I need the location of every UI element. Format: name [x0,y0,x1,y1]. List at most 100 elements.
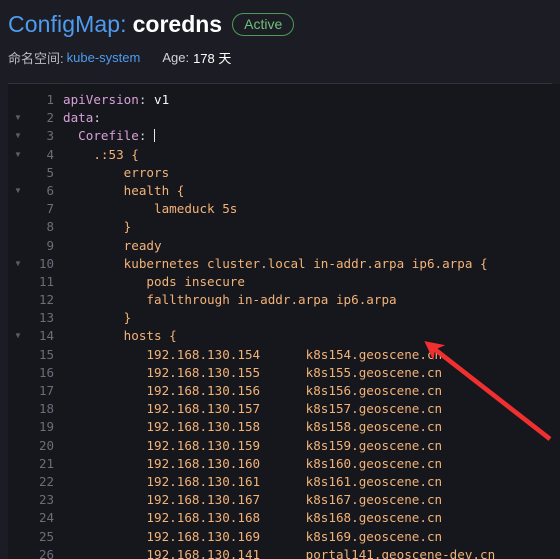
code-line[interactable]: 12 fallthrough in-addr.arpa ip6.arpa [8,291,560,309]
code-token: v1 [154,92,170,107]
fold-toggle-icon[interactable]: ▼ [8,327,28,345]
resource-meta: 命名空间: kube-system Age: 178 天 [8,48,560,66]
code-token: fallthrough in-addr.arpa ip6.arpa [63,292,397,308]
code-line[interactable]: 20 192.168.130.159 k8s159.geoscene.cn [8,437,560,455]
page-title: ConfigMap: coredns Active [8,9,560,39]
line-number: 16 [38,364,54,380]
line-number: 1 [46,92,54,107]
code-token: 192.168.130.156 k8s156.geoscene.cn [63,383,443,398]
line-number: 14 [38,328,54,344]
code-line[interactable]: 22 192.168.130.161 k8s161.geoscene.cn [8,473,560,491]
line-number: 21 [38,455,54,471]
line-content: 192.168.130.158 k8s158.geoscene.cn [63,418,442,436]
line-number: 2 [46,110,54,126]
code-line[interactable]: 17 192.168.130.156 k8s156.geoscene.cn [8,382,560,400]
line-number: 17 [38,383,54,398]
line-number: 7 [46,201,54,217]
code-line[interactable]: 7 lameduck 5s [8,200,560,218]
line-content: 192.168.130.154 k8s154.geoscene.cn [63,346,442,364]
line-number: 26 [38,546,54,559]
fold-toggle-icon[interactable]: ▼ [8,255,28,273]
code-line[interactable]: 21 192.168.130.160 k8s160.geoscene.cn [8,455,560,473]
code-line[interactable]: 11 pods insecure [8,273,560,291]
line-content: } [63,309,132,327]
code-token: 192.168.130.168 k8s168.geoscene.cn [63,510,443,526]
code-line[interactable]: 13 } [8,309,560,327]
code-token: 192.168.130.161 k8s161.geoscene.cn [63,473,443,489]
line-content: 192.168.130.168 k8s168.geoscene.cn [63,509,442,527]
line-content: ready [63,237,162,255]
code-token: .:53 { [63,146,139,162]
code-line[interactable]: 5 errors [8,164,560,182]
code-line[interactable]: 8 } [8,218,560,236]
line-content: 192.168.130.159 k8s159.geoscene.cn [63,437,442,455]
status-badge: Active [232,12,295,36]
code-line[interactable]: 19 192.168.130.158 k8s158.geoscene.cn [8,418,560,436]
line-content: health { [63,182,185,200]
editor-left-strip [0,84,8,559]
code-line[interactable]: 15 192.168.130.154 k8s154.geoscene.cn [8,346,560,364]
line-content: Corefile: [63,127,156,145]
line-content: 192.168.130.161 k8s161.geoscene.cn [63,473,442,491]
line-number: 10 [38,255,54,271]
code-line[interactable]: ▼ 14 hosts { [8,327,560,345]
code-token: Corefile [78,128,139,144]
fold-toggle-icon[interactable]: ▼ [8,109,28,127]
code-line[interactable]: ▼ 2 data: [8,109,560,127]
code-line[interactable]: 23 192.168.130.167 k8s167.geoscene.cn [8,491,560,509]
line-number: 22 [38,473,54,489]
line-content: 192.168.130.156 k8s156.geoscene.cn [63,382,442,400]
code-line[interactable]: 16 192.168.130.155 k8s155.geoscene.cn [8,364,560,382]
line-content: 192.168.130.157 k8s157.geoscene.cn [63,400,442,418]
code-token: 192.168.130.160 k8s160.geoscene.cn [63,455,443,471]
resource-name: coredns [132,10,223,37]
line-number: 20 [38,437,54,453]
age-label: Age: [162,49,190,65]
fold-toggle-icon[interactable]: ▼ [8,127,28,145]
line-content: 192.168.130.160 k8s160.geoscene.cn [63,455,442,473]
line-number: 6 [46,182,54,198]
code-line[interactable]: 1 apiVersion: v1 [8,91,560,109]
line-content: apiVersion: v1 [63,91,169,109]
resource-kind-label: ConfigMap: [8,10,127,37]
code-token: 192.168.130.155 k8s155.geoscene.cn [63,364,443,380]
code-line[interactable]: 26 192.168.130.141 portal141.geoscene-de… [8,546,560,559]
code-line[interactable]: ▼ 6 health { [8,182,560,200]
code-token: hosts { [63,328,177,344]
code-line[interactable]: 24 192.168.130.168 k8s168.geoscene.cn [8,509,560,527]
line-number: 3 [46,128,54,144]
line-content: 192.168.130.141 portal141.geoscene-dev.c… [63,546,495,559]
configmap-code-viewer[interactable]: 1 apiVersion: v1 ▼ 2 data: ▼ 3 Corefile: ▼ 4 .:… [0,84,560,559]
code-token: 192.168.130.159 k8s159.geoscene.cn [63,437,443,453]
line-content: fallthrough in-addr.arpa ip6.arpa [63,291,397,309]
code-line-list: 1 apiVersion: v1 ▼ 2 data: ▼ 3 Corefile: ▼ 4 .:… [8,91,560,559]
line-number: 23 [38,492,54,508]
line-content: data: [63,109,101,127]
line-content: hosts { [63,327,177,345]
code-token: 192.168.130.158 k8s158.geoscene.cn [63,419,443,435]
resource-header: ConfigMap: coredns Active 命名空间: kube-sys… [0,0,560,84]
code-token: : [138,92,154,107]
line-content: 192.168.130.169 k8s169.geoscene.cn [63,528,442,546]
line-number: 4 [46,146,54,162]
code-line[interactable]: ▼ 4 .:53 { [8,146,560,164]
fold-toggle-icon[interactable]: ▼ [8,146,28,164]
code-token: errors [63,164,170,180]
code-token: : [93,110,101,126]
fold-toggle-icon[interactable]: ▼ [8,182,28,200]
line-content: .:53 { [63,146,139,164]
code-line[interactable]: ▼ 10 kubernetes cluster.local in-addr.arp… [8,255,560,273]
line-number: 9 [46,237,54,253]
code-line[interactable]: 9 ready [8,237,560,255]
line-number: 25 [38,528,54,544]
code-line[interactable]: 18 192.168.130.157 k8s157.geoscene.cn [8,400,560,418]
code-token: : [138,128,155,144]
code-line[interactable]: ▼ 3 Corefile: [8,127,560,145]
code-token: kubernetes cluster.local in-addr.arpa ip… [63,255,488,271]
line-number: 13 [38,310,54,326]
code-token: lameduck 5s [63,201,238,217]
code-token: 192.168.130.169 k8s169.geoscene.cn [63,528,443,544]
code-line[interactable]: 25 192.168.130.169 k8s169.geoscene.cn [8,528,560,546]
line-content: } [63,218,132,236]
namespace-link[interactable]: kube-system [67,50,141,65]
